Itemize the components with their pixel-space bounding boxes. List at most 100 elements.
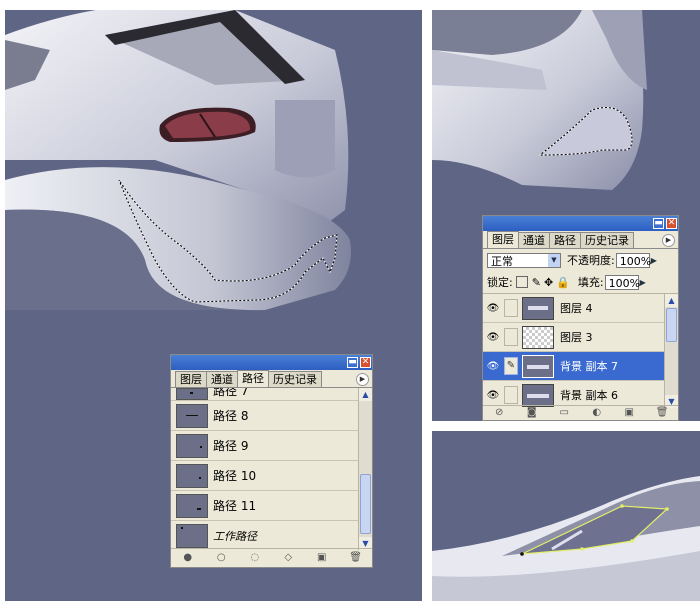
link-slot[interactable] (504, 299, 518, 317)
path-thumbnail (176, 463, 208, 488)
opacity-slider-icon[interactable]: ▶ (651, 256, 659, 265)
lock-paint-icon[interactable]: ✎ (532, 276, 541, 289)
layer-thumbnail (522, 383, 554, 407)
layer-row-3[interactable]: 👁 图层 3 (483, 323, 664, 352)
chevron-down-icon[interactable]: ▼ (548, 253, 560, 267)
eye-icon[interactable]: 👁 (485, 390, 501, 401)
paths-panel-titlebar[interactable]: ▬ ✕ (171, 355, 372, 370)
panel-menu-icon[interactable]: ▶ (356, 373, 369, 386)
close-icon[interactable]: ✕ (360, 357, 371, 368)
opacity-label: 不透明度: (567, 254, 615, 267)
lock-label: 锁定: (487, 276, 513, 289)
layer-name: 图层 3 (560, 331, 593, 344)
path-label: 路径 10 (213, 469, 257, 483)
car-render-detail: ▬ ✕ 图层 通道 路径 历史记录 ▶ 正常 ▼ 不透明度: 100% ▶ 锁定… (432, 10, 700, 421)
minimize-icon[interactable]: ▬ (347, 357, 358, 368)
scroll-thumb[interactable] (360, 474, 371, 534)
adjustment-icon[interactable]: ◐ (591, 407, 603, 419)
blend-mode-value: 正常 (491, 254, 513, 268)
lock-move-icon[interactable]: ✥ (544, 276, 553, 289)
path-label: 路径 11 (213, 499, 257, 513)
mask-icon[interactable]: ▭ (558, 407, 570, 419)
layer-name: 背景 副本 7 (560, 360, 618, 373)
path-item-10[interactable]: 路径 10 (171, 461, 358, 491)
path-thumbnail (176, 433, 208, 458)
opacity-value: 100% (619, 254, 652, 268)
path-label: 路径 8 (213, 409, 249, 423)
scroll-up-icon[interactable]: ▲ (665, 294, 678, 307)
scroll-up-icon[interactable]: ▲ (359, 388, 372, 401)
opacity-input[interactable]: 100% (615, 252, 652, 268)
layers-panel-titlebar[interactable]: ▬ ✕ (483, 216, 678, 231)
layer-thumbnail (522, 325, 554, 349)
link-slot[interactable] (504, 328, 518, 346)
new-path-icon[interactable]: ▣ (316, 552, 328, 564)
tab-channels[interactable]: 通道 (518, 232, 550, 248)
windshield-illustration (432, 476, 700, 601)
fill-path-icon[interactable]: ● (182, 552, 194, 564)
delete-icon[interactable]: 🗑 (656, 407, 669, 419)
delete-icon[interactable]: 🗑 (349, 552, 362, 564)
eye-icon[interactable]: 👁 (485, 332, 501, 343)
fill-input[interactable]: 100% (604, 274, 640, 290)
tab-paths[interactable]: 路径 (549, 232, 581, 248)
path-item-8[interactable]: 路径 8 (171, 401, 358, 431)
layer-thumbnail (522, 296, 554, 320)
path-label: 工作路径 (213, 529, 257, 543)
paths-panel-tabs: 图层 通道 路径 历史记录 ▶ (171, 370, 372, 388)
paths-panel: ▬ ✕ 图层 通道 路径 历史记录 ▶ 路径 7 路径 8 路径 9 路径 10… (170, 354, 373, 568)
layers-panel: ▬ ✕ 图层 通道 路径 历史记录 ▶ 正常 ▼ 不透明度: 100% ▶ 锁定… (482, 215, 679, 421)
fill-label: 填充: (577, 276, 604, 289)
tab-channels[interactable]: 通道 (206, 371, 238, 387)
layer-thumbnail (522, 354, 554, 378)
path-item-7[interactable]: 路径 7 (171, 388, 358, 401)
eye-icon[interactable]: 👁 (485, 303, 501, 314)
layer-row-4[interactable]: 👁 图层 4 (483, 294, 664, 323)
make-path-icon[interactable]: ◇ (282, 552, 294, 564)
lock-all-icon[interactable]: 🔒 (556, 276, 570, 289)
layers-scrollbar[interactable]: ▲ ▼ (664, 294, 678, 408)
path-item-work-path[interactable]: 工作路径 (171, 521, 358, 550)
stroke-path-icon[interactable]: ○ (215, 552, 227, 564)
tab-layers[interactable]: 图层 (175, 371, 207, 387)
brush-icon[interactable]: ✎ (504, 357, 518, 375)
panel-menu-icon[interactable]: ▶ (662, 234, 675, 247)
layer-name: 图层 4 (560, 302, 593, 315)
car-render-main: ▬ ✕ 图层 通道 路径 历史记录 ▶ 路径 7 路径 8 路径 9 路径 10… (5, 10, 422, 601)
path-label: 路径 9 (213, 439, 249, 453)
paths-list: 路径 7 路径 8 路径 9 路径 10 路径 11 工作路径 (171, 388, 358, 550)
path-thumbnail (176, 403, 208, 428)
tab-layers[interactable]: 图层 (487, 231, 519, 248)
tab-history[interactable]: 历史记录 (580, 232, 634, 248)
path-item-9[interactable]: 路径 9 (171, 431, 358, 461)
layers-list: 👁 图层 4 👁 图层 3 👁 ✎ 背景 副本 7 👁 背景 副本 6 (483, 294, 664, 408)
scroll-thumb[interactable] (666, 308, 677, 342)
blend-mode-select[interactable]: 正常 ▼ (487, 252, 561, 268)
paths-scrollbar[interactable]: ▲ ▼ (358, 388, 372, 550)
path-thumbnail (176, 523, 208, 548)
car-windshield-detail (432, 431, 700, 601)
path-item-11[interactable]: 路径 11 (171, 491, 358, 521)
layer-row-bg-copy-6[interactable]: 👁 背景 副本 6 (483, 381, 664, 408)
link-slot[interactable] (504, 386, 518, 404)
path-label: 路径 7 (213, 388, 249, 398)
eye-icon[interactable]: 👁 (485, 361, 501, 372)
layer-style-icon[interactable]: ◙ (526, 407, 538, 419)
lock-transparency-icon[interactable] (515, 276, 528, 288)
path-thumbnail (176, 388, 208, 400)
tab-history[interactable]: 历史记录 (268, 371, 322, 387)
path-thumbnail (176, 493, 208, 518)
tab-paths[interactable]: 路径 (237, 370, 269, 387)
layer-row-bg-copy-7[interactable]: 👁 ✎ 背景 副本 7 (483, 352, 664, 381)
close-icon[interactable]: ✕ (666, 218, 677, 229)
link-icon[interactable]: ⊘ (493, 407, 505, 419)
lock-controls: 锁定: ✎ ✥ 🔒 填充: 100% ▶ (483, 271, 678, 294)
new-layer-icon[interactable]: ▣ (623, 407, 635, 419)
minimize-icon[interactable]: ▬ (653, 218, 664, 229)
paths-panel-toolbar: ● ○ ◌ ◇ ▣ 🗑 (171, 548, 372, 567)
load-selection-icon[interactable]: ◌ (249, 552, 261, 564)
blend-controls: 正常 ▼ 不透明度: 100% ▶ (483, 249, 678, 271)
layer-name: 背景 副本 6 (560, 389, 618, 402)
layers-panel-toolbar: ⊘ ◙ ▭ ◐ ▣ 🗑 (483, 405, 678, 420)
fill-slider-icon[interactable]: ▶ (640, 278, 648, 287)
